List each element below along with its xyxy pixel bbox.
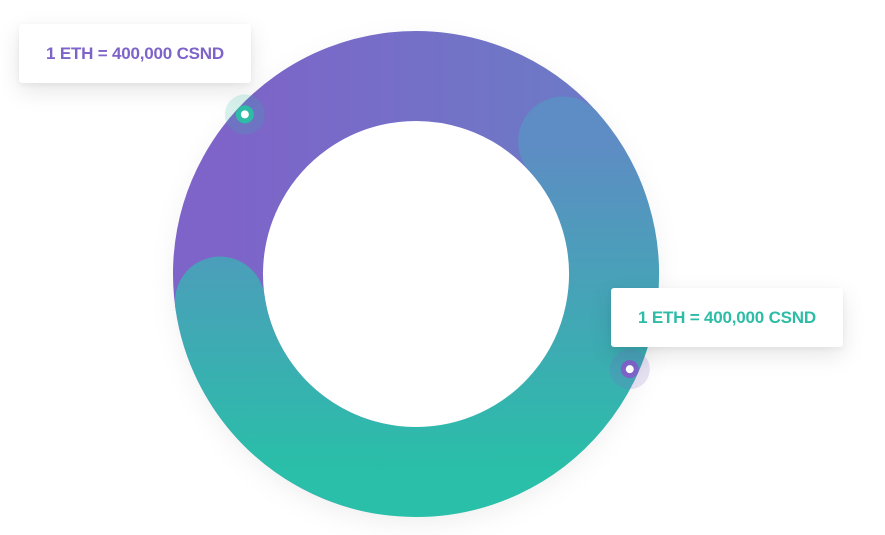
token-rate-chart: 1 ETH = 400,000 CSND 1 ETH = 400,000 CSN… — [0, 0, 885, 535]
rate-card-bottom: 1 ETH = 400,000 CSND — [611, 288, 843, 347]
rate-label-bottom: 1 ETH = 400,000 CSND — [638, 307, 816, 327]
rate-label-top: 1 ETH = 400,000 CSND — [46, 43, 224, 63]
rate-card-top: 1 ETH = 400,000 CSND — [19, 24, 251, 83]
rate-marker-2 — [609, 349, 650, 390]
rate-marker-1 — [224, 94, 265, 135]
